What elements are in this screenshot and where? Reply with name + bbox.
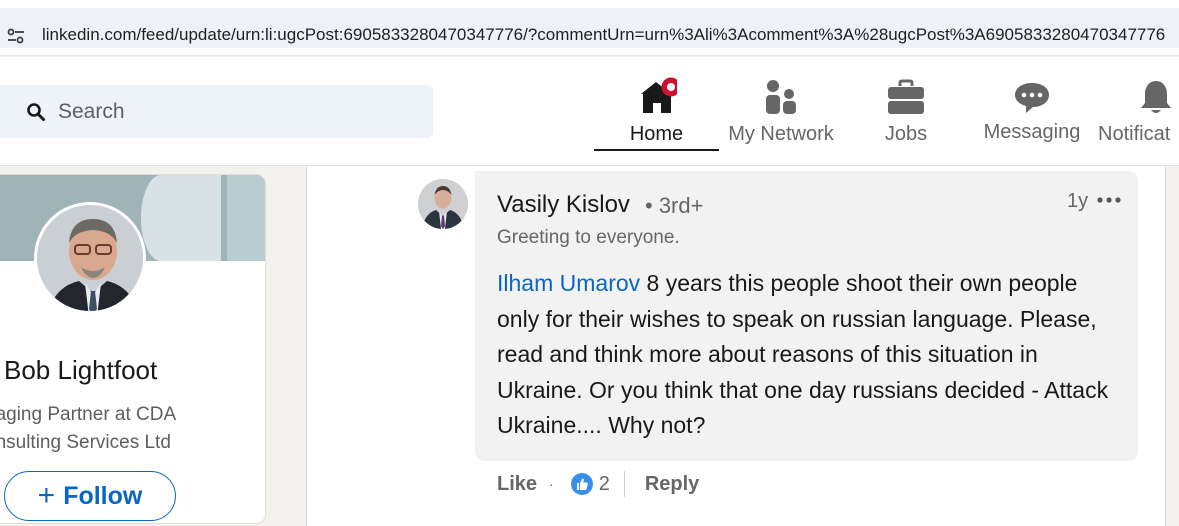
connection-degree: • 3rd+ (645, 193, 704, 218)
comment-text: Ilham Umarov 8 years this people shoot t… (497, 266, 1117, 444)
comment-author[interactable]: Vasily Kislov (497, 191, 630, 219)
url-text[interactable]: linkedin.com/feed/update/urn:li:ugcPost:… (42, 25, 1165, 45)
nav-notifications[interactable]: Notificat (1096, 75, 1179, 166)
profile-card: Bob Lightfoot naging Partner at CDA onsu… (0, 174, 266, 524)
profile-photo (37, 205, 143, 311)
home-icon (640, 77, 677, 113)
people-icon (766, 80, 796, 114)
nav-my-network-label: My Network (728, 123, 834, 145)
reply-button[interactable]: Reply (645, 473, 699, 496)
briefcase-icon (888, 79, 924, 114)
nav-messaging[interactable]: Messaging (980, 75, 1084, 166)
more-options-icon[interactable] (1096, 193, 1122, 207)
comment-author-headline: Greeting to everyone. (497, 227, 680, 248)
nav-jobs-label: Jobs (884, 123, 928, 145)
comment-actions: Like · 2 Reply (497, 469, 699, 499)
nav-my-network[interactable]: My Network (722, 75, 840, 166)
action-divider (623, 471, 625, 497)
profile-name[interactable]: Bob Lightfoot (4, 355, 157, 386)
comment-bubble: Vasily Kislov • 3rd+ Greeting to everyon… (475, 171, 1138, 461)
like-button[interactable]: Like (497, 473, 537, 496)
top-navigation: Home My Network Jobs Messaging (0, 57, 1179, 166)
site-settings-icon[interactable] (6, 26, 26, 46)
active-tab-indicator (594, 149, 719, 151)
profile-headline: naging Partner at CDA onsulting Services… (0, 404, 176, 453)
follow-button-label: Follow (63, 481, 143, 510)
search-input[interactable] (58, 97, 418, 127)
url-field[interactable]: linkedin.com/feed/update/urn:li:ugcPost:… (0, 8, 1179, 48)
search-bar[interactable] (0, 85, 433, 138)
bell-icon (1141, 81, 1171, 113)
comment-timestamp: 1y (1067, 190, 1089, 212)
chat-icon (1015, 83, 1049, 113)
nav-jobs[interactable]: Jobs (871, 75, 941, 166)
commenter-photo (418, 179, 468, 229)
search-icon (27, 103, 45, 121)
commenter-avatar[interactable] (418, 179, 468, 229)
browser-address-bar: linkedin.com/feed/update/urn:li:ugcPost:… (0, 0, 1179, 56)
reaction-count[interactable]: 2 (599, 473, 610, 496)
comment-thread: Vasily Kislov • 3rd+ Greeting to everyon… (306, 166, 1166, 526)
avatar[interactable] (34, 202, 146, 314)
nav-messaging-label: Messaging (983, 121, 1081, 143)
banner-shape (227, 175, 265, 261)
nav-notifications-label: Notificat (1098, 123, 1171, 145)
thumbs-up-icon (576, 478, 588, 490)
nav-home-label: Home (629, 123, 684, 145)
nav-home[interactable]: Home (594, 75, 719, 166)
action-separator: · (549, 476, 554, 492)
plus-icon: + (37, 479, 56, 512)
like-reaction-icon[interactable] (570, 473, 593, 495)
banner-shape (141, 175, 221, 261)
follow-button[interactable]: + Follow (4, 471, 176, 521)
mention-link[interactable]: Ilham Umarov (497, 270, 640, 296)
